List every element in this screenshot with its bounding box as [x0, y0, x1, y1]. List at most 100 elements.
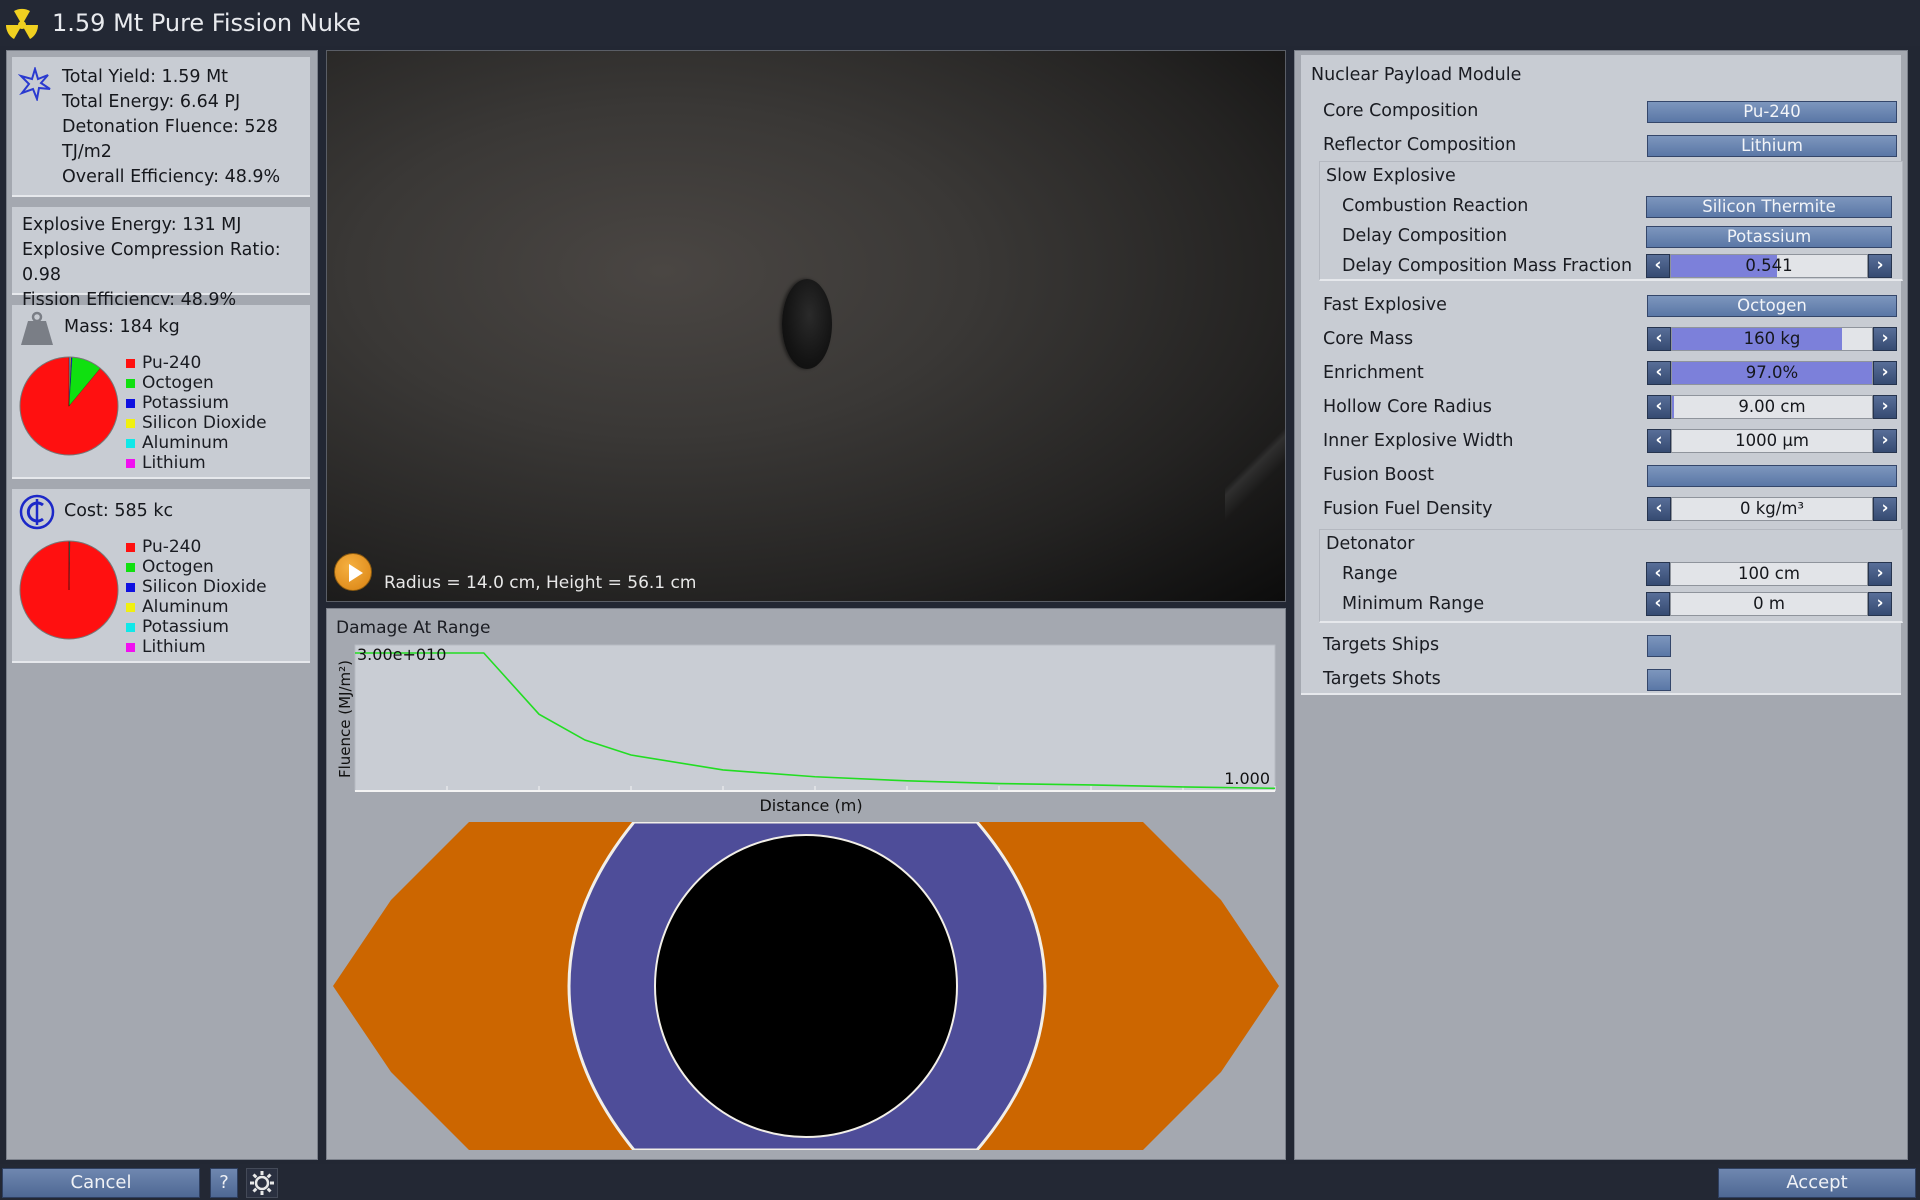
- legend-item: Octogen: [126, 373, 267, 393]
- legend-swatch: [126, 562, 135, 572]
- stepper-value: 100 cm: [1738, 564, 1800, 583]
- stepper-track[interactable]: 0 kg/m³: [1671, 497, 1873, 521]
- enrichment-stepper[interactable]: ‹ 97.0% ›: [1647, 361, 1897, 385]
- range-stepper[interactable]: ‹ 100 cm ›: [1646, 562, 1892, 586]
- core-composition-select[interactable]: Pu-240: [1647, 101, 1897, 123]
- mass-breakdown: Mass: 184 kg Pu-240 Octogen Potassium Silic…: [12, 305, 310, 479]
- decrement-arrow-icon[interactable]: ‹: [1647, 327, 1671, 351]
- decrement-arrow-icon[interactable]: ‹: [1646, 254, 1670, 278]
- model-viewport[interactable]: Radius = 14.0 cm, Height = 56.1 cm: [326, 50, 1286, 602]
- targets-ships-checkbox[interactable]: [1647, 635, 1671, 657]
- delay-mass-fraction-stepper[interactable]: ‹ 0.541 ›: [1646, 254, 1892, 278]
- enrichment-label: Enrichment: [1323, 363, 1424, 383]
- legend-item: Lithium: [126, 453, 267, 473]
- increment-arrow-icon[interactable]: ›: [1873, 497, 1897, 521]
- detonator-group: Detonator Range ‹ 100 cm › Minimum Range…: [1319, 529, 1903, 623]
- warhead-model: [782, 279, 832, 369]
- stepper-track[interactable]: 0 m: [1670, 592, 1868, 616]
- x-axis-label: Distance (m): [759, 796, 862, 815]
- slow-explosive-title: Slow Explosive: [1326, 166, 1456, 186]
- window-title: 1.59 Mt Pure Fission Nuke: [52, 9, 361, 37]
- mass-pie-chart: [19, 356, 119, 456]
- decrement-arrow-icon[interactable]: ‹: [1647, 429, 1671, 453]
- stepper-track[interactable]: 9.00 cm: [1671, 395, 1873, 419]
- legend-label: Aluminum: [142, 597, 229, 617]
- total-energy: Total Energy: 6.64 PJ: [62, 92, 241, 112]
- legend-item: Lithium: [126, 637, 267, 657]
- legend-swatch: [126, 602, 135, 612]
- core-mass-stepper[interactable]: ‹ 160 kg ›: [1647, 327, 1897, 351]
- delay-composition-label: Delay Composition: [1342, 226, 1508, 246]
- credits-icon: [19, 494, 55, 530]
- mass-title: Mass: 184 kg: [64, 317, 180, 337]
- stepper-track[interactable]: 0.541: [1670, 254, 1868, 278]
- legend-item: Pu-240: [126, 353, 267, 373]
- legend-label: Potassium: [142, 617, 229, 637]
- decrement-arrow-icon[interactable]: ‹: [1647, 395, 1671, 419]
- legend-item: Potassium: [126, 617, 267, 637]
- increment-arrow-icon[interactable]: ›: [1868, 592, 1892, 616]
- title-bar: 1.59 Mt Pure Fission Nuke: [0, 0, 1920, 46]
- help-button[interactable]: ?: [210, 1168, 238, 1198]
- targets-shots-checkbox[interactable]: [1647, 669, 1671, 691]
- legend-label: Silicon Dioxide: [142, 577, 267, 597]
- accept-button[interactable]: Accept: [1718, 1168, 1916, 1198]
- legend-swatch: [126, 398, 135, 408]
- compression-ratio: Explosive Compression Ratio: 0.98: [22, 240, 281, 285]
- cancel-button[interactable]: Cancel: [2, 1168, 200, 1198]
- increment-arrow-icon[interactable]: ›: [1873, 361, 1897, 385]
- combustion-reaction-select[interactable]: Silicon Thermite: [1646, 196, 1892, 218]
- legend-swatch: [126, 582, 135, 592]
- legend-label: Potassium: [142, 393, 229, 413]
- stepper-track[interactable]: 160 kg: [1671, 327, 1873, 351]
- decrement-arrow-icon[interactable]: ‹: [1646, 562, 1670, 586]
- fusion-boost-select[interactable]: [1647, 465, 1897, 487]
- fast-explosive-label: Fast Explosive: [1323, 295, 1447, 315]
- stepper-track[interactable]: 97.0%: [1671, 361, 1873, 385]
- legend-label: Lithium: [142, 637, 206, 657]
- damage-panel: Damage At Range 3.00e+010 1.000 Fluence …: [326, 608, 1286, 1160]
- minimum-range-stepper[interactable]: ‹ 0 m ›: [1646, 592, 1892, 616]
- legend-label: Octogen: [142, 373, 214, 393]
- fusion-fuel-density-stepper[interactable]: ‹ 0 kg/m³ ›: [1647, 497, 1897, 521]
- viewport-glint: [1225, 411, 1285, 521]
- settings-button[interactable]: [246, 1168, 278, 1198]
- increment-arrow-icon[interactable]: ›: [1868, 562, 1892, 586]
- cost-breakdown: Cost: 585 kc Pu-240 Octogen Silicon Dioxid…: [12, 489, 310, 663]
- decrement-arrow-icon[interactable]: ‹: [1646, 592, 1670, 616]
- decrement-arrow-icon[interactable]: ‹: [1647, 361, 1671, 385]
- hollow-core-radius-stepper[interactable]: ‹ 9.00 cm ›: [1647, 395, 1897, 419]
- fast-explosive-select[interactable]: Octogen: [1647, 295, 1897, 317]
- reflector-composition-select[interactable]: Lithium: [1647, 135, 1897, 157]
- range-label: Range: [1342, 564, 1398, 584]
- y-min-label: 1.000: [1224, 769, 1270, 788]
- legend-swatch: [126, 378, 135, 388]
- increment-arrow-icon[interactable]: ›: [1873, 327, 1897, 351]
- module-title: Nuclear Payload Module: [1311, 65, 1522, 85]
- stepper-value: 160 kg: [1743, 329, 1801, 348]
- increment-arrow-icon[interactable]: ›: [1873, 429, 1897, 453]
- legend-label: Aluminum: [142, 433, 229, 453]
- delay-composition-select[interactable]: Potassium: [1646, 226, 1892, 248]
- slow-explosive-group: Slow Explosive Combustion Reaction Silic…: [1319, 161, 1903, 281]
- targets-shots-row: Targets Shots: [1323, 665, 1903, 693]
- inner-explosive-width-stepper[interactable]: ‹ 1000 μm ›: [1647, 429, 1897, 453]
- increment-arrow-icon[interactable]: ›: [1873, 395, 1897, 419]
- chart-plot-area: [354, 644, 1276, 792]
- detonator-title: Detonator: [1326, 534, 1415, 554]
- legend-swatch: [126, 438, 135, 448]
- overall-efficiency: Overall Efficiency: 48.9%: [62, 167, 281, 187]
- legend-item: Pu-240: [126, 537, 267, 557]
- stepper-value: 0 kg/m³: [1739, 499, 1805, 518]
- play-button[interactable]: [334, 553, 372, 591]
- gear-icon: [250, 1171, 274, 1195]
- decrement-arrow-icon[interactable]: ‹: [1647, 497, 1671, 521]
- bottom-bar: Cancel ? Accept: [0, 1164, 1920, 1200]
- stepper-value: 9.00 cm: [1738, 397, 1806, 416]
- stepper-track[interactable]: 100 cm: [1670, 562, 1868, 586]
- fusion-boost-label: Fusion Boost: [1323, 465, 1434, 485]
- cost-title: Cost: 585 kc: [64, 501, 174, 521]
- core-composition-label: Core Composition: [1323, 101, 1479, 121]
- stepper-track[interactable]: 1000 μm: [1671, 429, 1873, 453]
- increment-arrow-icon[interactable]: ›: [1868, 254, 1892, 278]
